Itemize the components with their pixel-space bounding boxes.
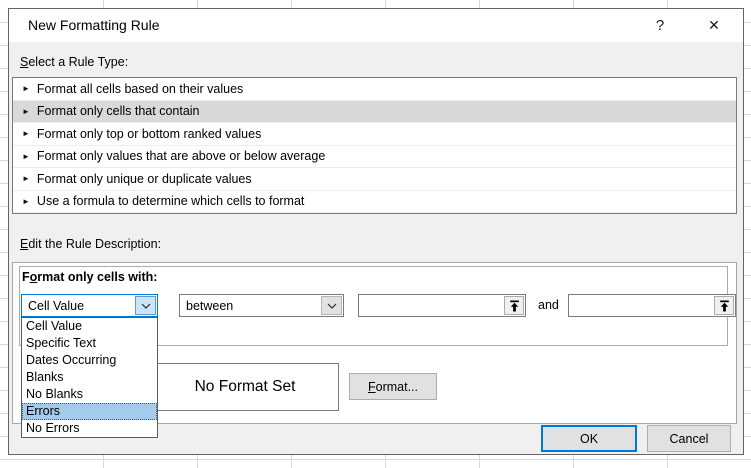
rule-type-item[interactable]: ► Format only unique or duplicate values: [13, 168, 736, 191]
dropdown-item[interactable]: Specific Text: [22, 335, 157, 352]
format-button[interactable]: Format...: [349, 373, 437, 400]
lower-bound-field: [358, 294, 526, 317]
dialog-titlebar[interactable]: New Formatting Rule ? ✕: [9, 9, 743, 42]
cell-value-dropdown-list: Cell Value Specific Text Dates Occurring…: [21, 317, 158, 438]
edit-rule-description-label: Edit the Rule Description:: [20, 237, 161, 251]
rule-type-label: Use a formula to determine which cells t…: [37, 194, 304, 208]
new-formatting-rule-dialog: New Formatting Rule ? ✕ Select a Rule Ty…: [8, 8, 744, 455]
upper-bound-field: [568, 294, 736, 317]
operator-combobox-value: between: [186, 299, 233, 313]
chevron-down-icon[interactable]: [135, 296, 156, 315]
cell-value-combobox-value: Cell Value: [28, 299, 84, 313]
arrow-right-icon: ►: [22, 108, 30, 116]
chevron-down-icon[interactable]: [321, 296, 342, 315]
cancel-button[interactable]: Cancel: [647, 425, 731, 452]
dropdown-item[interactable]: No Blanks: [22, 386, 157, 403]
dropdown-item[interactable]: Cell Value: [22, 318, 157, 335]
select-rule-type-label: Select a Rule Type:: [20, 55, 128, 69]
dropdown-item[interactable]: Dates Occurring: [22, 352, 157, 369]
rule-type-item[interactable]: ► Format only top or bottom ranked value…: [13, 123, 736, 146]
rule-type-label: Format only unique or duplicate values: [37, 172, 252, 186]
rule-type-item[interactable]: ► Use a formula to determine which cells…: [13, 191, 736, 214]
rule-type-label: Format only cells that contain: [37, 104, 200, 118]
ok-button[interactable]: OK: [541, 425, 637, 452]
close-icon[interactable]: ✕: [697, 9, 731, 42]
dropdown-item[interactable]: No Errors: [22, 420, 157, 437]
upper-bound-input[interactable]: [569, 295, 716, 316]
dropdown-item-errors[interactable]: Errors: [22, 403, 157, 420]
dropdown-item[interactable]: Blanks: [22, 369, 157, 386]
rule-type-listbox: ► Format all cells based on their values…: [12, 77, 737, 214]
format-preview-text: No Format Set: [195, 378, 296, 396]
dialog-title: New Formatting Rule: [28, 9, 160, 42]
arrow-right-icon: ►: [22, 85, 30, 93]
format-only-cells-with-label: Format only cells with:: [22, 270, 157, 284]
rule-type-item[interactable]: ► Format only values that are above or b…: [13, 146, 736, 169]
and-label: and: [538, 298, 559, 312]
rule-type-item-selected[interactable]: ► Format only cells that contain: [13, 101, 736, 124]
arrow-right-icon: ►: [22, 130, 30, 138]
rule-type-label: Format only top or bottom ranked values: [37, 127, 261, 141]
arrow-right-icon: ►: [22, 153, 30, 161]
lower-bound-input[interactable]: [359, 295, 506, 316]
operator-combobox[interactable]: between: [179, 294, 344, 317]
cell-value-combobox[interactable]: Cell Value: [21, 294, 158, 317]
help-icon[interactable]: ?: [645, 9, 675, 42]
rule-type-item[interactable]: ► Format all cells based on their values: [13, 78, 736, 101]
format-preview-box: No Format Set: [151, 363, 339, 411]
collapse-dialog-icon[interactable]: [504, 296, 524, 315]
rule-type-label: Format only values that are above or bel…: [37, 149, 325, 163]
arrow-right-icon: ►: [22, 175, 30, 183]
collapse-dialog-icon[interactable]: [714, 296, 734, 315]
rule-type-label: Format all cells based on their values: [37, 82, 243, 96]
spreadsheet-background: New Formatting Rule ? ✕ Select a Rule Ty…: [0, 0, 751, 468]
arrow-right-icon: ►: [22, 198, 30, 206]
